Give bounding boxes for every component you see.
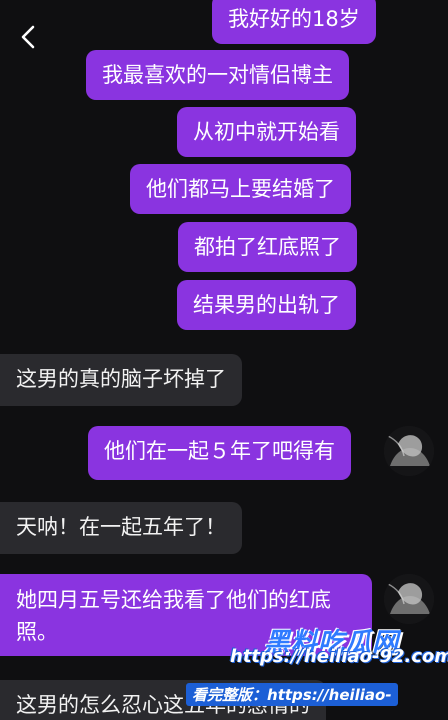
message-text: 从初中就开始看 bbox=[193, 120, 340, 144]
avatar-image bbox=[384, 426, 434, 476]
message-bubble-sent[interactable]: 都拍了红底照了 bbox=[178, 222, 357, 272]
message-text: 天呐！在一起五年了！ bbox=[16, 515, 226, 539]
avatar-image bbox=[384, 574, 434, 624]
message-bubble-sent[interactable]: 他们都马上要结婚了 bbox=[130, 164, 351, 214]
message-text: 我好好的18岁 bbox=[228, 7, 360, 31]
message-bubble-sent[interactable]: 从初中就开始看 bbox=[177, 107, 356, 157]
message-bubble-sent[interactable]: 结果男的出轨了 bbox=[177, 280, 356, 330]
watermark-tag-url: https://heiliao- bbox=[267, 686, 392, 704]
message-bubble-sent[interactable]: 我最喜欢的一对情侣博主 bbox=[86, 50, 349, 100]
message-text: 他们在一起５年了吧得有 bbox=[104, 439, 335, 463]
message-text: 他们都马上要结婚了 bbox=[146, 177, 335, 201]
watermark-tag: 看完整版：https://heiliao- bbox=[186, 683, 398, 706]
watermark-url: https://heiliao-92.com bbox=[230, 646, 448, 667]
chevron-left-icon bbox=[21, 25, 35, 49]
message-bubble-sent[interactable]: 他们在一起５年了吧得有 bbox=[88, 426, 351, 480]
message-text: 我最喜欢的一对情侣博主 bbox=[102, 63, 333, 87]
message-bubble-sent[interactable]: 我好好的18岁 bbox=[212, 0, 376, 44]
message-bubble-received[interactable]: 这男的真的脑子坏掉了 bbox=[0, 354, 242, 406]
contact-avatar[interactable] bbox=[384, 426, 434, 476]
message-text: 这男的真的脑子坏掉了 bbox=[16, 367, 226, 391]
message-text: 结果男的出轨了 bbox=[193, 293, 340, 317]
back-button[interactable] bbox=[14, 22, 44, 52]
chat-screen: 我好好的18岁 我最喜欢的一对情侣博主 从初中就开始看 他们都马上要结婚了 都拍… bbox=[0, 0, 448, 720]
contact-avatar[interactable] bbox=[384, 574, 434, 624]
message-bubble-received[interactable]: 天呐！在一起五年了！ bbox=[0, 502, 242, 554]
watermark-tag-label: 看完整版： bbox=[192, 686, 268, 704]
message-text: 都拍了红底照了 bbox=[194, 235, 341, 259]
